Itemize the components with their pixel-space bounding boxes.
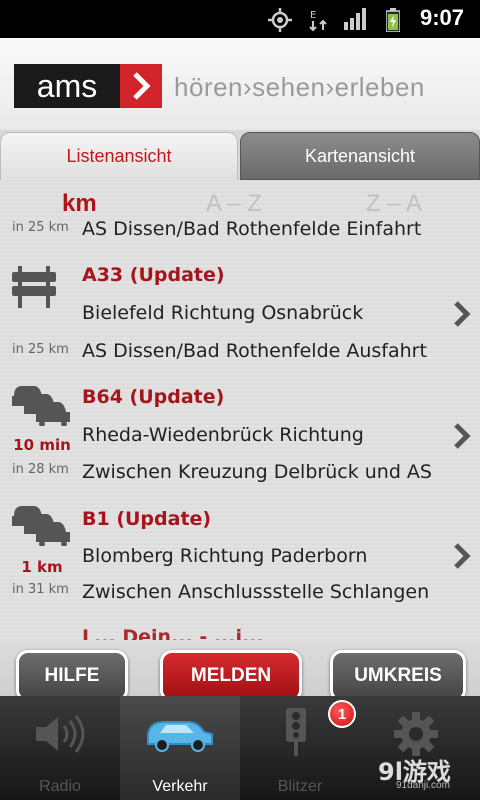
slogan: hören›sehen›erleben xyxy=(174,72,425,102)
distance-label: in 25 km xyxy=(12,342,69,357)
delay-label: 10 min xyxy=(13,436,71,454)
car-icon xyxy=(147,721,213,752)
chevron-right-icon[interactable] xyxy=(452,300,472,328)
chevron-right-icon[interactable] xyxy=(452,422,472,450)
help-button[interactable]: HILFE xyxy=(16,650,128,702)
clock: 9:07 xyxy=(420,5,465,30)
traffic-list[interactable]: km A – Z Z – A in 25 km AS Dissen/Bad Ro… xyxy=(0,180,480,640)
entry-title: B1 (Update) xyxy=(82,508,212,530)
nav-label: Radio xyxy=(39,778,81,795)
sort-bar: km A – Z Z – A xyxy=(0,190,480,226)
app-header: ams hören›sehen›erleben xyxy=(0,38,480,130)
distance-label: in 31 km xyxy=(12,582,69,597)
list-item[interactable]: 10 min B64 (Update) Rheda-Wiedenbrück Ri… xyxy=(0,382,480,494)
nav-label: Blitzer xyxy=(277,778,323,795)
data-transfer-icon: E xyxy=(309,10,327,32)
entry-line1: Rheda-Wiedenbrück Richtung xyxy=(82,424,364,446)
gear-icon xyxy=(394,712,438,756)
status-bar: E 9:07 xyxy=(0,0,480,38)
tab-map-view[interactable]: Kartenansicht xyxy=(240,132,480,180)
entry-line2: AS Dissen/Bad Rothenfelde Ausfahrt xyxy=(82,340,427,362)
view-tabs: Listenansicht Kartenansicht xyxy=(0,130,480,180)
traffic-jam-icon xyxy=(12,506,70,546)
traffic-jam-icon xyxy=(12,386,70,426)
partial-entry-title: L... Dein... - ...i... xyxy=(82,626,264,640)
battery-charging-icon xyxy=(386,8,400,32)
logo-text: ams xyxy=(14,64,120,108)
notification-badge: 1 xyxy=(328,700,356,728)
entry-title: B64 (Update) xyxy=(82,386,225,408)
traffic-light-icon xyxy=(286,708,306,756)
svg-text:E: E xyxy=(310,10,316,21)
sort-az-button[interactable]: A – Z xyxy=(206,190,262,218)
sort-km-button[interactable]: km xyxy=(62,190,97,218)
entry-title: A33 (Update) xyxy=(82,264,225,286)
road-closure-icon xyxy=(12,266,56,308)
signal-icon xyxy=(344,8,366,30)
chevron-right-icon[interactable] xyxy=(452,542,472,570)
radius-button[interactable]: UMKREIS xyxy=(330,650,466,702)
gps-icon xyxy=(268,8,292,32)
nav-traffic[interactable]: Verkehr xyxy=(120,696,240,800)
entry-line1: Blomberg Richtung Paderborn xyxy=(82,545,368,567)
action-bar: HILFE MELDEN UMKREIS xyxy=(0,640,480,702)
entry-line2: Zwischen Kreuzung Delbrück und AS xyxy=(82,461,432,483)
watermark-url: 91danji.com xyxy=(396,780,450,791)
distance-label: in 28 km xyxy=(12,462,69,477)
entry-line1: Bielefeld Richtung Osnabrück xyxy=(82,302,364,324)
nav-label: Verkehr xyxy=(152,778,208,795)
logo-arrow-icon xyxy=(120,64,162,108)
speaker-icon xyxy=(36,715,85,753)
nav-radio[interactable]: Radio xyxy=(0,696,120,800)
list-item[interactable]: A33 (Update) Bielefeld Richtung Osnabrüc… xyxy=(0,260,480,370)
report-button[interactable]: MELDEN xyxy=(160,650,302,702)
list-item[interactable]: 1 km B1 (Update) Blomberg Richtung Pader… xyxy=(0,502,480,614)
sort-za-button[interactable]: Z – A xyxy=(366,190,422,218)
jam-length-label: 1 km xyxy=(21,558,63,576)
entry-line2: Zwischen Anschlussstelle Schlangen xyxy=(82,581,430,603)
ams-logo: ams xyxy=(14,64,162,108)
tab-list-view[interactable]: Listenansicht xyxy=(0,132,238,180)
